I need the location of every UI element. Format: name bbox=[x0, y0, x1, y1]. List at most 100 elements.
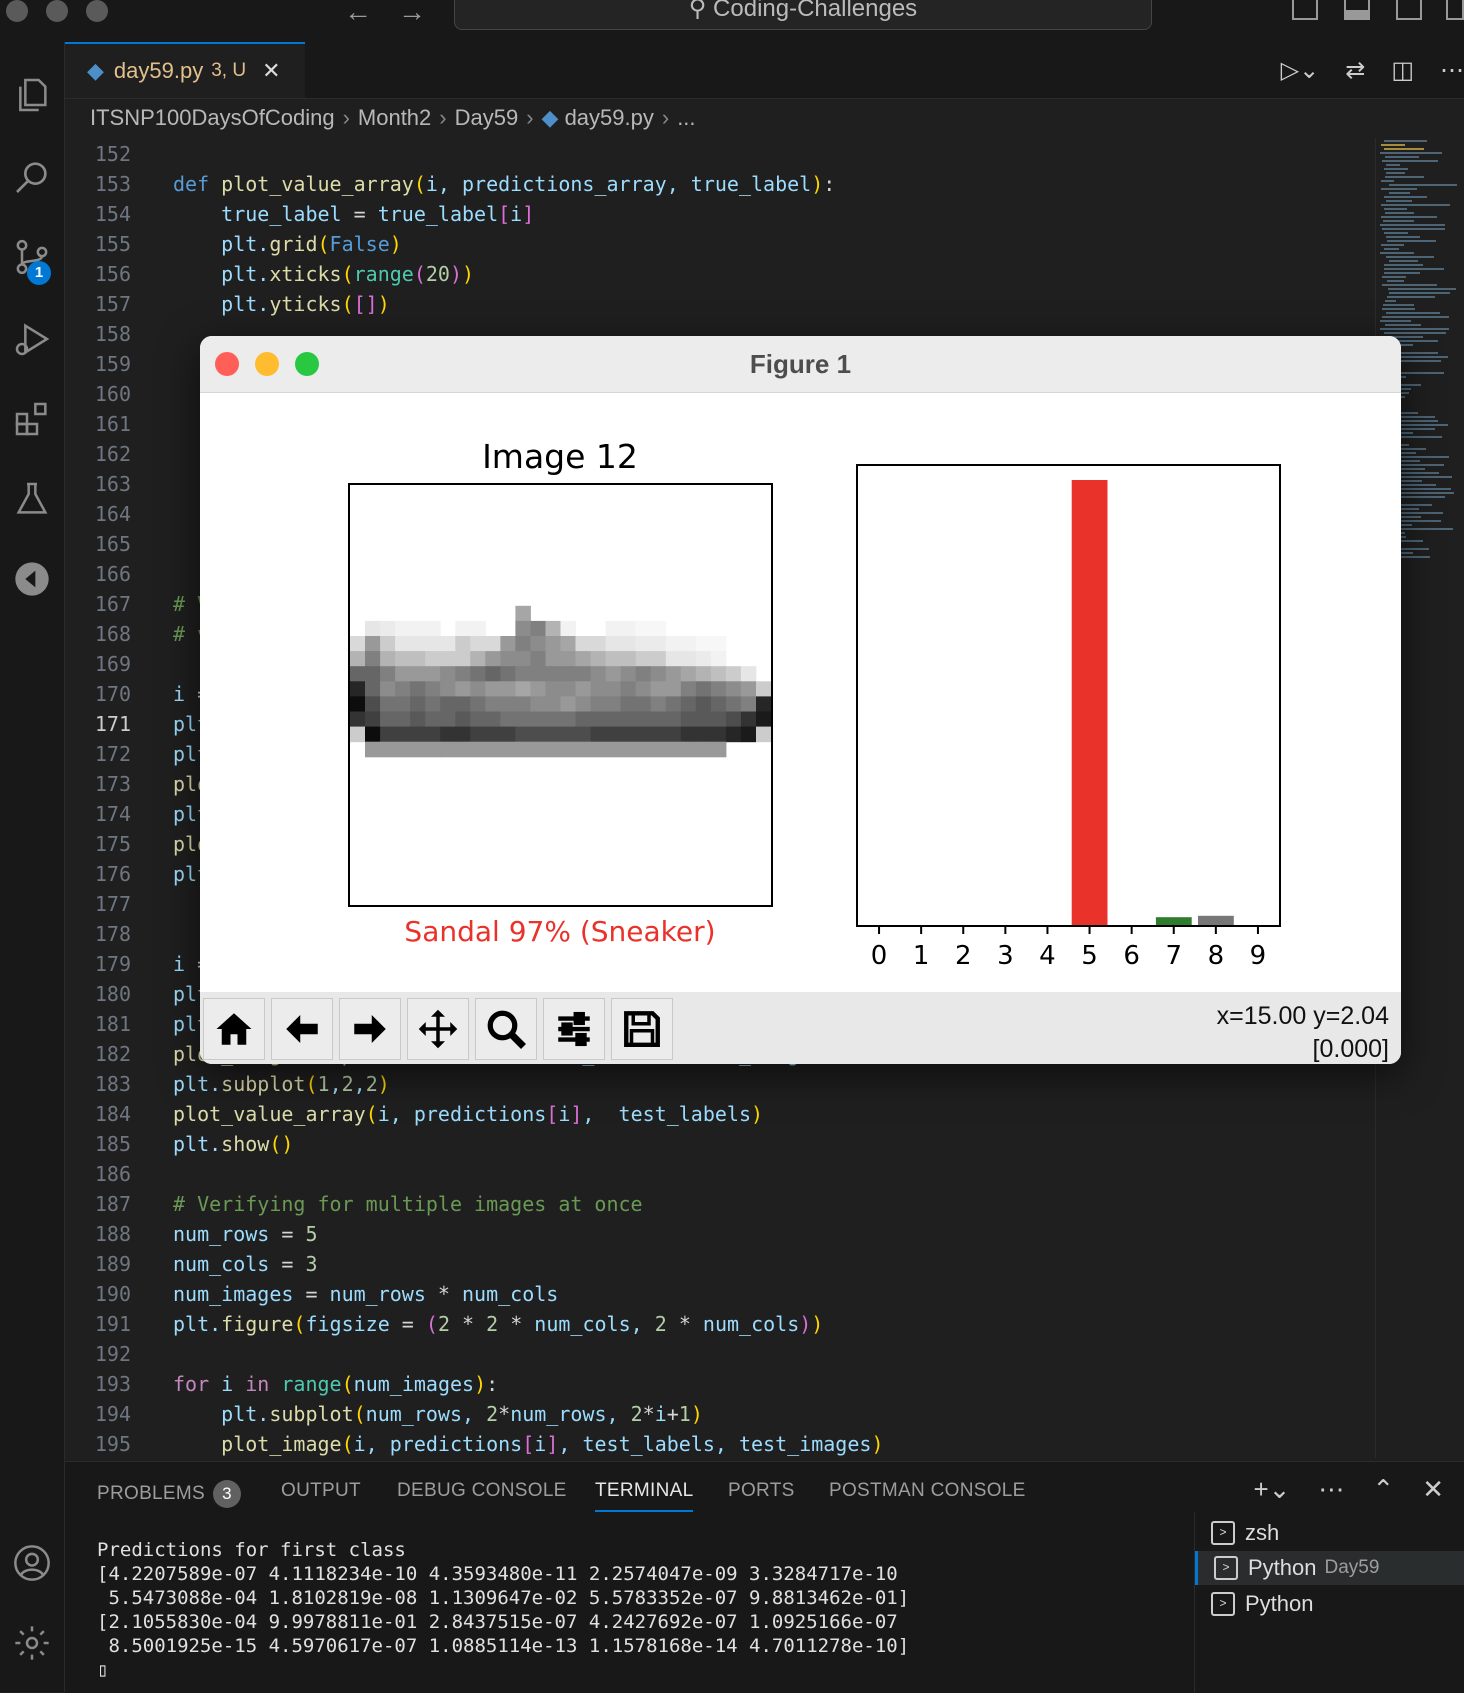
forward-arrow-icon[interactable]: → bbox=[398, 0, 426, 28]
close-panel-icon[interactable]: ✕ bbox=[1422, 1474, 1444, 1505]
figure-zoom-button[interactable] bbox=[295, 352, 319, 376]
code-line[interactable]: 189 num_cols = 3 bbox=[65, 1252, 1365, 1282]
remote-explorer-icon[interactable] bbox=[0, 552, 64, 606]
image-pixel bbox=[756, 681, 772, 697]
image-pixel bbox=[365, 696, 381, 712]
search-icon[interactable] bbox=[0, 150, 64, 204]
toggle-secondary-sidebar-icon[interactable] bbox=[1396, 0, 1422, 20]
code-line[interactable]: 190 num_images = num_rows * num_cols bbox=[65, 1282, 1365, 1312]
code-text: plt.grid(False) bbox=[173, 232, 402, 256]
terminal-item-zsh[interactable]: > zsh bbox=[1195, 1516, 1464, 1550]
code-line[interactable]: 188 num_rows = 5 bbox=[65, 1222, 1365, 1252]
source-control-icon[interactable]: 1 bbox=[0, 230, 64, 285]
image-pixel bbox=[650, 651, 667, 667]
forward-icon[interactable] bbox=[339, 998, 401, 1060]
minimap-line bbox=[1385, 324, 1421, 326]
tab-filename: day59.py bbox=[113, 58, 204, 83]
code-line[interactable]: 191 plt.figure(figsize = (2 * 2 * num_col… bbox=[65, 1312, 1365, 1342]
image-pixel bbox=[695, 726, 712, 743]
code-line[interactable]: 192 bbox=[65, 1342, 1365, 1372]
line-number: 195 bbox=[94, 1432, 131, 1456]
more-actions-icon[interactable]: ⋯ bbox=[1318, 1474, 1344, 1505]
line-number: 192 bbox=[94, 1342, 131, 1366]
maximize-panel-icon[interactable]: ⌃ bbox=[1372, 1474, 1394, 1505]
tab-postman-console[interactable]: POSTMAN CONSOLE bbox=[829, 1480, 1026, 1502]
image-pixel bbox=[680, 696, 697, 712]
accounts-icon[interactable] bbox=[0, 1536, 64, 1590]
back-arrow-icon[interactable]: ← bbox=[344, 0, 372, 28]
zoom-icon[interactable] bbox=[475, 998, 537, 1060]
customize-layout-icon[interactable] bbox=[1446, 0, 1464, 20]
testing-icon[interactable] bbox=[0, 472, 64, 526]
tab-ports[interactable]: PORTS bbox=[728, 1480, 795, 1502]
tab-terminal[interactable]: TERMINAL bbox=[595, 1480, 694, 1512]
window-title-bar: ← → ⚲ Coding-Challenges bbox=[0, 0, 1464, 43]
terminal-item-python-day59[interactable]: > Python Day59 bbox=[1195, 1551, 1464, 1585]
minimap-line bbox=[1384, 264, 1423, 266]
code-line[interactable]: 194 plt.subplot(num_rows, 2*num_rows, 2*… bbox=[65, 1402, 1365, 1432]
image-pixel bbox=[650, 666, 667, 682]
image-pixel bbox=[575, 636, 591, 652]
code-line[interactable]: 156 plt.xticks(range(20)) bbox=[65, 262, 1365, 292]
new-terminal-icon[interactable]: +⌄ bbox=[1253, 1474, 1290, 1505]
window-zoom-button[interactable] bbox=[86, 0, 108, 22]
toggle-sidebar-icon[interactable] bbox=[1292, 0, 1318, 20]
configure-subplots-icon[interactable] bbox=[543, 998, 605, 1060]
tab-problems[interactable]: PROBLEMS 3 bbox=[97, 1480, 241, 1508]
pan-icon[interactable] bbox=[407, 998, 469, 1060]
image-pixel bbox=[515, 636, 531, 652]
manage-gear-icon[interactable] bbox=[0, 1616, 64, 1670]
window-close-button[interactable] bbox=[6, 0, 28, 22]
code-text: true_label = true_label[i] bbox=[173, 202, 535, 226]
toggle-panel-icon[interactable] bbox=[1344, 0, 1370, 20]
tab-debug-console[interactable]: DEBUG CONSOLE bbox=[397, 1480, 567, 1502]
code-line[interactable]: 185 plt.show() bbox=[65, 1132, 1365, 1162]
code-line[interactable]: 193 for i in range(num_images): bbox=[65, 1372, 1365, 1402]
more-actions-icon[interactable]: ⋯ bbox=[1440, 56, 1464, 85]
code-line[interactable]: 152 bbox=[65, 142, 1365, 172]
image-pixel bbox=[590, 726, 607, 743]
terminal-output[interactable]: Predictions for first class [4.2207589e-… bbox=[97, 1538, 909, 1682]
figure-close-button[interactable] bbox=[215, 352, 239, 376]
explorer-icon[interactable] bbox=[0, 68, 64, 122]
code-line[interactable]: 157 plt.yticks([]) bbox=[65, 292, 1365, 322]
code-line[interactable]: 184 plot_value_array(i, predictions[i], t… bbox=[65, 1102, 1365, 1132]
run-icon[interactable]: ▷⌄ bbox=[1281, 56, 1320, 85]
code-line[interactable]: 186 bbox=[65, 1162, 1365, 1192]
command-center-search[interactable]: ⚲ Coding-Challenges bbox=[454, 0, 1152, 30]
image-pixel bbox=[695, 681, 712, 697]
image-pixel bbox=[470, 726, 486, 743]
code-line[interactable]: 195 plot_image(i, predictions[i], test_l… bbox=[65, 1432, 1365, 1460]
figure-minimize-button[interactable] bbox=[255, 352, 279, 376]
window-minimize-button[interactable] bbox=[46, 0, 68, 22]
line-number: 167 bbox=[94, 592, 131, 616]
image-pixel bbox=[620, 741, 637, 758]
home-icon[interactable] bbox=[203, 998, 265, 1060]
back-icon[interactable] bbox=[271, 998, 333, 1060]
close-icon[interactable]: ✕ bbox=[262, 58, 280, 84]
tab-output[interactable]: OUTPUT bbox=[281, 1480, 361, 1502]
image-pixel bbox=[545, 681, 561, 697]
code-line[interactable]: 154 true_label = true_label[i] bbox=[65, 202, 1365, 232]
code-line[interactable]: 155 plt.grid(False) bbox=[65, 232, 1365, 262]
tab-day59[interactable]: ◆ day59.py 3, U ✕ bbox=[65, 42, 305, 98]
image-pixel bbox=[425, 726, 441, 743]
split-editor-icon[interactable]: ◫ bbox=[1391, 56, 1414, 85]
breadcrumb-item[interactable]: ... bbox=[677, 105, 695, 130]
figure-canvas[interactable]: Image 12 Sandal 97% (Sneaker) 0123456789 bbox=[200, 392, 1401, 992]
terminal-item-python[interactable]: > Python bbox=[1195, 1587, 1464, 1621]
code-line[interactable]: 183 plt.subplot(1,2,2) bbox=[65, 1072, 1365, 1102]
breadcrumb-item[interactable]: Month2 bbox=[358, 105, 431, 130]
save-icon[interactable] bbox=[611, 998, 673, 1060]
breadcrumb-item[interactable]: ITSNP100DaysOfCoding bbox=[90, 105, 335, 130]
bottom-panel: PROBLEMS 3 OUTPUT DEBUG CONSOLE TERMINAL … bbox=[65, 1461, 1464, 1693]
breadcrumb-item[interactable]: day59.py bbox=[565, 105, 654, 130]
minimap-line bbox=[1382, 284, 1437, 286]
extensions-icon[interactable] bbox=[0, 392, 64, 446]
code-line[interactable]: 187 # Verifying for multiple images at on… bbox=[65, 1192, 1365, 1222]
code-line[interactable]: 153 def plot_value_array(i, predictions_a… bbox=[65, 172, 1365, 202]
compare-changes-icon[interactable]: ⇄ bbox=[1345, 56, 1365, 85]
breadcrumb-item[interactable]: Day59 bbox=[455, 105, 519, 130]
activity-bar: 1 bbox=[0, 42, 65, 1692]
run-and-debug-icon[interactable] bbox=[0, 312, 64, 366]
